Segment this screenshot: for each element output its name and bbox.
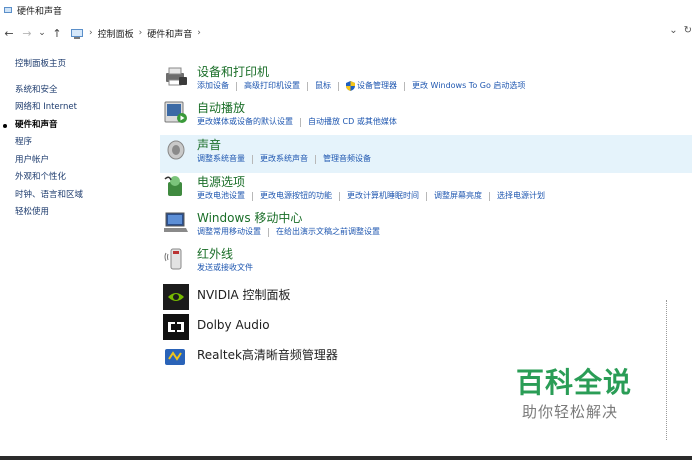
category-title[interactable]: 设备和打印机 [197, 64, 525, 80]
recent-locations-button[interactable]: ⌄ [36, 28, 48, 38]
category-title[interactable]: Dolby Audio [197, 317, 270, 333]
infrared-icon [164, 248, 182, 270]
link-battery-settings[interactable]: 更改电池设置 [197, 190, 245, 202]
category-title[interactable]: NVIDIA 控制面板 [197, 287, 291, 303]
watermark-title: 百科全说 [516, 366, 633, 399]
category-title[interactable]: Windows 移动中心 [197, 210, 380, 226]
link-change-system-sounds[interactable]: 更改系统声音 [260, 153, 308, 165]
link-autoplay-cd[interactable]: 自动播放 CD 或其他媒体 [308, 116, 397, 128]
link-add-device[interactable]: 添加设备 [197, 80, 229, 92]
link-mobility-settings[interactable]: 调整常用移动设置 [197, 226, 261, 238]
link-send-receive-files[interactable]: 发送或接收文件 [197, 262, 253, 274]
realtek-icon [165, 349, 185, 365]
category-title[interactable]: 电源选项 [197, 174, 545, 190]
sidebar-item-clock-region[interactable]: 时钟、语言和区域 [0, 187, 150, 205]
breadcrumb-control-panel[interactable]: 控制面板 [98, 27, 134, 40]
sidebar-item-user-accounts[interactable]: 用户帐户 [0, 152, 150, 170]
sidebar-item-hardware-sound: 硬件和声音 [0, 117, 150, 135]
autoplay-icon [164, 101, 187, 123]
mobility-center-icon [164, 212, 188, 232]
control-panel-icon [4, 7, 12, 13]
sidebar-item-home[interactable]: 控制面板主页 [0, 56, 150, 74]
link-mouse[interactable]: 鼠标 [315, 80, 331, 92]
power-options-icon [164, 176, 182, 196]
link-device-manager[interactable]: 设备管理器 [357, 80, 397, 92]
sidebar-item-system-security[interactable]: 系统和安全 [0, 82, 150, 100]
category-title[interactable]: 红外线 [197, 246, 253, 262]
sidebar-item-programs[interactable]: 程序 [0, 134, 150, 152]
speaker-icon [167, 140, 185, 160]
taskbar-edge [0, 456, 692, 460]
link-power-plan[interactable]: 选择电源计划 [497, 190, 545, 202]
watermark-subtitle: 助你轻松解决 [522, 403, 619, 421]
refresh-icon[interactable]: ↻ [684, 25, 692, 36]
link-sleep-time[interactable]: 更改计算机睡眠时间 [347, 190, 419, 202]
address-bar: ← → ⌄ ↑ › 控制面板 › 硬件和声音 › ⌄ ↻ [0, 22, 692, 44]
link-windows-to-go[interactable]: 更改 Windows To Go 启动选项 [412, 80, 525, 92]
category-dolby-audio: Dolby Audio [160, 314, 692, 340]
divider [666, 300, 667, 440]
link-power-button[interactable]: 更改电源按钮的功能 [260, 190, 332, 202]
category-nvidia: NVIDIA 控制面板 [160, 284, 692, 310]
link-presentation-settings[interactable]: 在给出演示文稿之前调整设置 [276, 226, 380, 238]
shield-icon [346, 81, 355, 91]
category-mobility-center: Windows 移动中心 调整常用移动设置 在给出演示文稿之前调整设置 [160, 209, 692, 238]
nvidia-icon [163, 284, 189, 310]
breadcrumb-hardware-sound[interactable]: 硬件和声音 [147, 27, 192, 40]
watermark: 百科全说 助你轻松解决 [516, 366, 646, 424]
sidebar-item-network[interactable]: 网络和 Internet [0, 99, 150, 117]
window-titlebar: 硬件和声音 [0, 0, 692, 20]
category-title[interactable]: 声音 [197, 137, 371, 153]
category-sound: 声音 调整系统音量 更改系统声音 管理音频设备 [160, 135, 692, 173]
printer-icon [166, 67, 187, 86]
link-screen-brightness[interactable]: 调整屏幕亮度 [434, 190, 482, 202]
address-dropdown-icon[interactable]: ⌄ [669, 25, 677, 36]
control-panel-icon [71, 28, 83, 39]
category-power-options: 电源选项 更改电池设置 更改电源按钮的功能 更改计算机睡眠时间 调整屏幕亮度 选… [160, 173, 692, 202]
sidebar-item-appearance[interactable]: 外观和个性化 [0, 169, 150, 187]
category-infrared: 红外线 发送或接收文件 [160, 245, 692, 274]
window-title: 硬件和声音 [17, 6, 63, 17]
category-devices-printers: 设备和打印机 添加设备 高级打印机设置 鼠标 设备管理器 更改 Windows … [160, 63, 692, 92]
link-manage-audio-devices[interactable]: 管理音频设备 [323, 153, 371, 165]
link-advanced-printer-settings[interactable]: 高级打印机设置 [244, 80, 300, 92]
chevron-right-icon: › [138, 28, 143, 38]
chevron-right-icon[interactable]: › [197, 28, 201, 38]
sidebar-item-ease-of-access[interactable]: 轻松使用 [0, 204, 150, 222]
chevron-right-icon: › [89, 28, 93, 38]
link-media-defaults[interactable]: 更改媒体或设备的默认设置 [197, 116, 293, 128]
link-adjust-volume[interactable]: 调整系统音量 [197, 153, 245, 165]
sidebar: 控制面板主页 系统和安全 网络和 Internet 硬件和声音 程序 用户帐户 … [0, 56, 150, 222]
dolby-icon [163, 314, 189, 340]
forward-button[interactable]: → [18, 27, 36, 40]
category-title[interactable]: Realtek高清晰音频管理器 [197, 347, 338, 363]
breadcrumb: › 控制面板 › 硬件和声音 › [70, 27, 206, 40]
category-title[interactable]: 自动播放 [197, 100, 397, 116]
up-button[interactable]: ↑ [48, 27, 66, 40]
category-autoplay: 自动播放 更改媒体或设备的默认设置 自动播放 CD 或其他媒体 [160, 99, 692, 128]
back-button[interactable]: ← [0, 27, 18, 40]
